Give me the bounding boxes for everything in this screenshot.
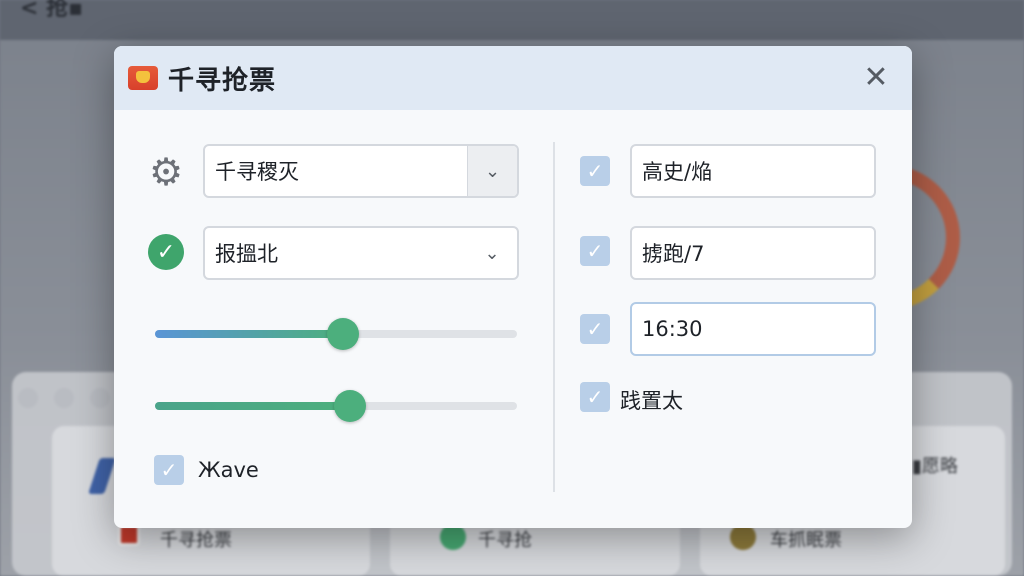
window-maximize-dot	[90, 388, 110, 408]
window-minimize-dot	[54, 388, 74, 408]
slider-thumb[interactable]	[334, 390, 367, 422]
close-button[interactable]: ✕	[860, 62, 892, 94]
dialog-header: 千寻抢票 ✕	[114, 46, 912, 110]
slider-2[interactable]	[155, 390, 517, 422]
background-label: ▮愿略	[912, 456, 958, 477]
option-checkbox[interactable]: ✓	[580, 382, 610, 412]
gear-icon: ⚙	[148, 150, 184, 194]
station-select-value: 千寻稷灭	[215, 160, 299, 184]
station-select[interactable]: 千寻稷灭 ⌄	[203, 144, 519, 198]
slider-thumb[interactable]	[327, 318, 360, 350]
dialog-title: 千寻抢票	[168, 65, 277, 96]
save-checkbox-label: Жave	[198, 458, 259, 482]
chevron-down-icon[interactable]: ⌄	[467, 146, 517, 196]
slider-fill	[155, 330, 344, 338]
window-close-dot	[18, 388, 38, 408]
background-title: < 抢▪	[20, 0, 84, 21]
field-1-checkbox[interactable]: ✓	[580, 156, 610, 186]
background-item-2: 千寻抢	[478, 530, 532, 551]
destination-select-value: 报搵北	[215, 242, 278, 266]
background-item-1: 千寻抢票	[160, 530, 232, 551]
column-divider	[553, 142, 555, 492]
save-checkbox[interactable]: ✓	[154, 455, 184, 485]
background-item-3: 车抓眠票	[770, 530, 842, 551]
background-topbar	[0, 0, 1024, 40]
settings-dialog: 千寻抢票 ✕ ⚙ 千寻稷灭 ⌄ ✓ 报搵北 ⌄ ✓ Жave ✓ 高史/焔 ✓ …	[114, 46, 912, 528]
slider-1[interactable]	[155, 318, 517, 350]
field-2-value: 掳跑/7	[642, 242, 705, 266]
slider-fill	[155, 402, 351, 410]
chevron-down-icon[interactable]: ⌄	[467, 228, 517, 278]
field-2-checkbox[interactable]: ✓	[580, 236, 610, 266]
field-1-value: 高史/焔	[642, 160, 713, 184]
field-2-input[interactable]: 掳跑/7	[630, 226, 876, 280]
destination-select[interactable]: 报搵北 ⌄	[203, 226, 519, 280]
field-1-input[interactable]: 高史/焔	[630, 144, 876, 198]
close-icon: ✕	[863, 60, 889, 95]
time-input[interactable]: 16:30	[630, 302, 876, 356]
time-checkbox[interactable]: ✓	[580, 314, 610, 344]
check-circle-icon: ✓	[146, 232, 186, 272]
time-value: 16:30	[642, 317, 703, 341]
option-checkbox-label: 践置太	[620, 389, 683, 413]
ticket-app-icon	[128, 66, 158, 90]
